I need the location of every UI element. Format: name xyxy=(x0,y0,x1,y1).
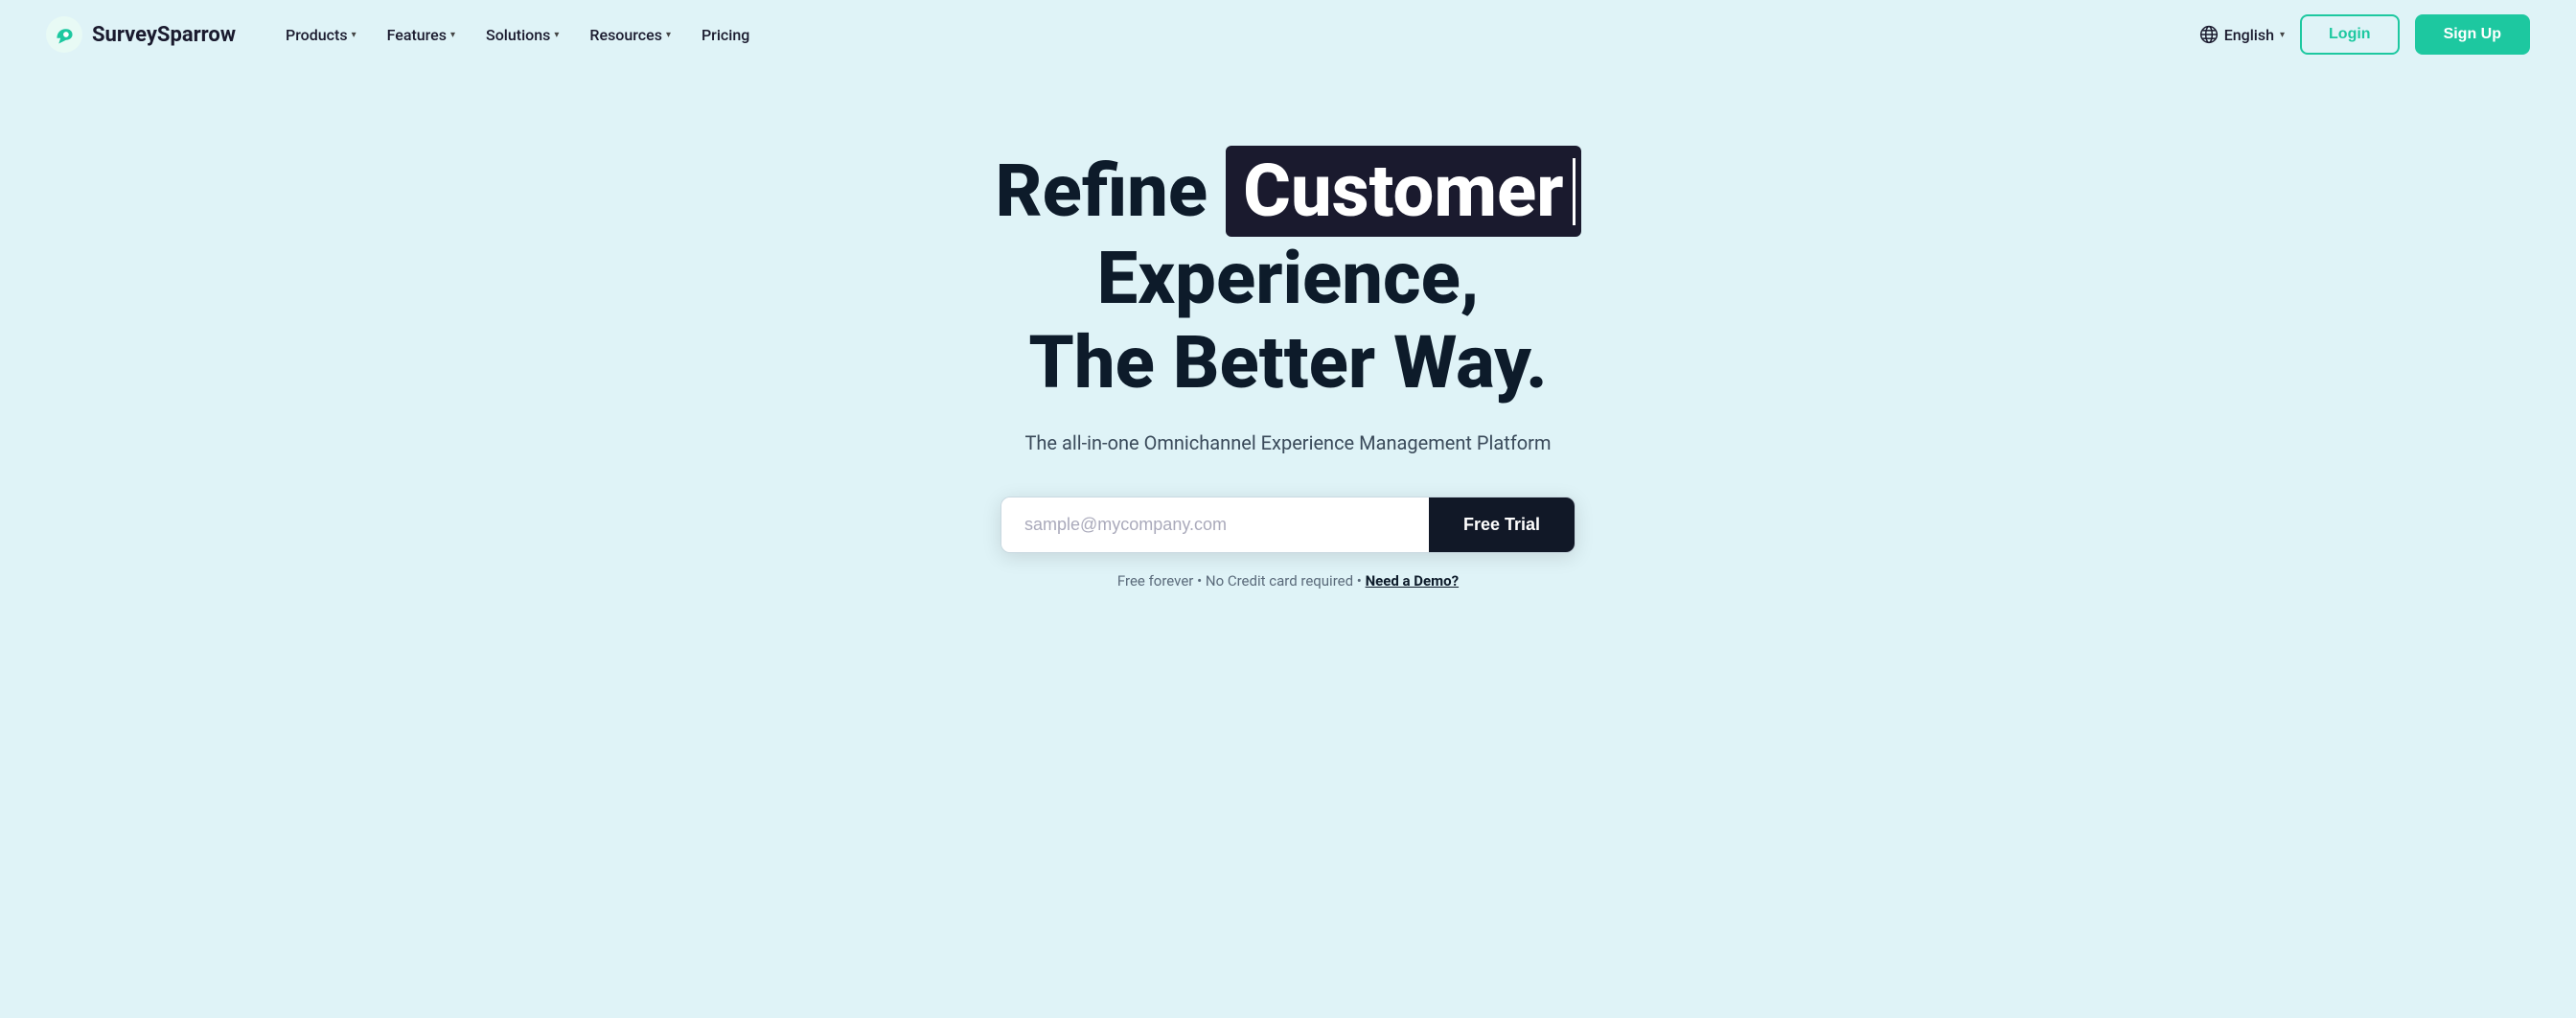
nav-item-pricing[interactable]: Pricing xyxy=(690,18,761,52)
nav-link-pricing[interactable]: Pricing xyxy=(690,18,761,52)
nav-item-solutions[interactable]: Solutions ▾ xyxy=(474,18,570,52)
hero-footnote: Free forever • No Credit card required •… xyxy=(1117,572,1459,590)
chevron-down-icon: ▾ xyxy=(352,30,356,40)
signup-button[interactable]: Sign Up xyxy=(2415,14,2530,55)
email-form: Free Trial xyxy=(1000,497,1576,553)
nav-item-features[interactable]: Features ▾ xyxy=(376,18,467,52)
email-input[interactable] xyxy=(1001,497,1429,552)
nav-item-products[interactable]: Products ▾ xyxy=(274,18,368,52)
hero-section: Refine Customer Experience, The Better W… xyxy=(0,69,2576,647)
nav-links: Products ▾ Features ▾ Solutions ▾ Resour… xyxy=(274,18,761,52)
need-demo-link[interactable]: Need a Demo? xyxy=(1366,572,1460,590)
chevron-down-icon: ▾ xyxy=(666,30,671,40)
nav-left: SurveySparrow Products ▾ Features ▾ Solu… xyxy=(46,16,761,53)
nav-link-products[interactable]: Products ▾ xyxy=(274,18,368,52)
hero-title-start: Refine xyxy=(995,148,1226,234)
nav-link-solutions[interactable]: Solutions ▾ xyxy=(474,18,570,52)
free-trial-button[interactable]: Free Trial xyxy=(1429,497,1575,552)
hero-title-end: Experience, xyxy=(1097,235,1480,321)
globe-icon xyxy=(2199,25,2219,44)
hero-title-line2: The Better Way. xyxy=(1028,319,1547,405)
logo-link[interactable]: SurveySparrow xyxy=(46,16,236,53)
chevron-down-icon: ▾ xyxy=(450,30,455,40)
nav-link-features[interactable]: Features ▾ xyxy=(376,18,467,52)
footnote-text: Free forever • No Credit card required • xyxy=(1117,572,1362,590)
nav-right: English ▾ Login Sign Up xyxy=(2199,14,2530,55)
nav-item-resources[interactable]: Resources ▾ xyxy=(578,18,682,52)
hero-title: Refine Customer Experience, The Better W… xyxy=(833,146,1743,405)
chevron-down-icon: ▾ xyxy=(2280,30,2285,40)
hero-subtitle: The all-in-one Omnichannel Experience Ma… xyxy=(1024,431,1551,454)
nav-link-resources[interactable]: Resources ▾ xyxy=(578,18,682,52)
language-label: English xyxy=(2224,26,2274,44)
login-button[interactable]: Login xyxy=(2300,14,2400,55)
navbar: SurveySparrow Products ▾ Features ▾ Solu… xyxy=(0,0,2576,69)
chevron-down-icon: ▾ xyxy=(554,30,559,40)
brand-name: SurveySparrow xyxy=(92,23,236,47)
logo-icon xyxy=(46,16,82,53)
language-selector[interactable]: English ▾ xyxy=(2199,25,2285,44)
hero-title-highlight: Customer xyxy=(1226,146,1580,237)
